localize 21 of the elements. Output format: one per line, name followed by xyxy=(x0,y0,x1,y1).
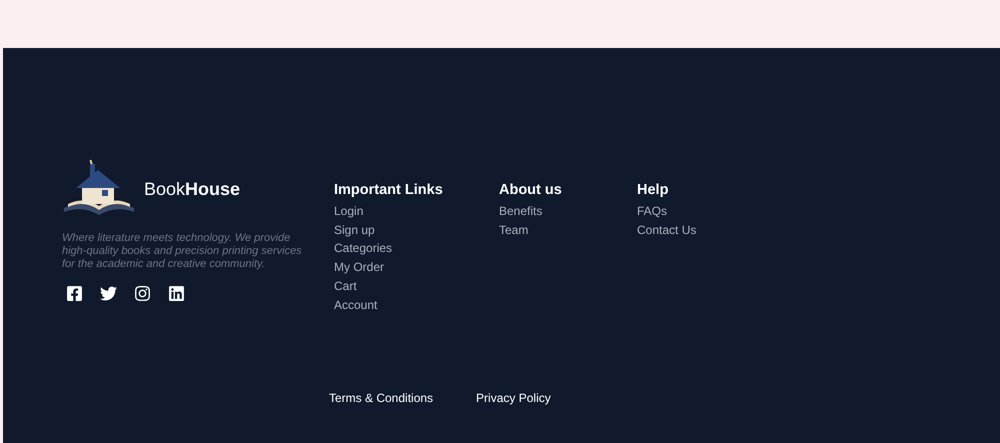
instagram-icon[interactable] xyxy=(134,285,151,302)
brand-name: BookHouse xyxy=(144,178,240,200)
column-heading: Important Links xyxy=(334,182,444,198)
footer-link[interactable]: Privacy Policy xyxy=(476,391,551,406)
footer-link[interactable]: Sign up xyxy=(334,220,499,240)
column-heading: About us xyxy=(499,182,563,198)
footer-link[interactable]: FAQs xyxy=(637,202,787,221)
footer-link[interactable]: Contact Us xyxy=(637,220,787,240)
footer-link[interactable]: Categories xyxy=(334,239,499,258)
footer-link[interactable]: My Order xyxy=(334,258,499,277)
linkedin-icon[interactable] xyxy=(168,285,185,302)
twitter-icon[interactable] xyxy=(100,285,117,302)
footer-link[interactable]: Login xyxy=(334,202,499,221)
tagline: Where literature meets technology. We provide high-quality books and precision printing services for the academic and creative community. xyxy=(62,232,303,271)
footer-link[interactable]: Team xyxy=(499,220,637,240)
column-heading: Help xyxy=(637,182,670,198)
footer-link[interactable]: Benefits xyxy=(499,202,637,221)
footer-link[interactable]: Terms & Conditions xyxy=(329,391,434,406)
footer-link[interactable]: Cart xyxy=(334,276,499,296)
footer-link[interactable]: Account xyxy=(334,296,499,314)
facebook-icon[interactable] xyxy=(66,285,83,302)
